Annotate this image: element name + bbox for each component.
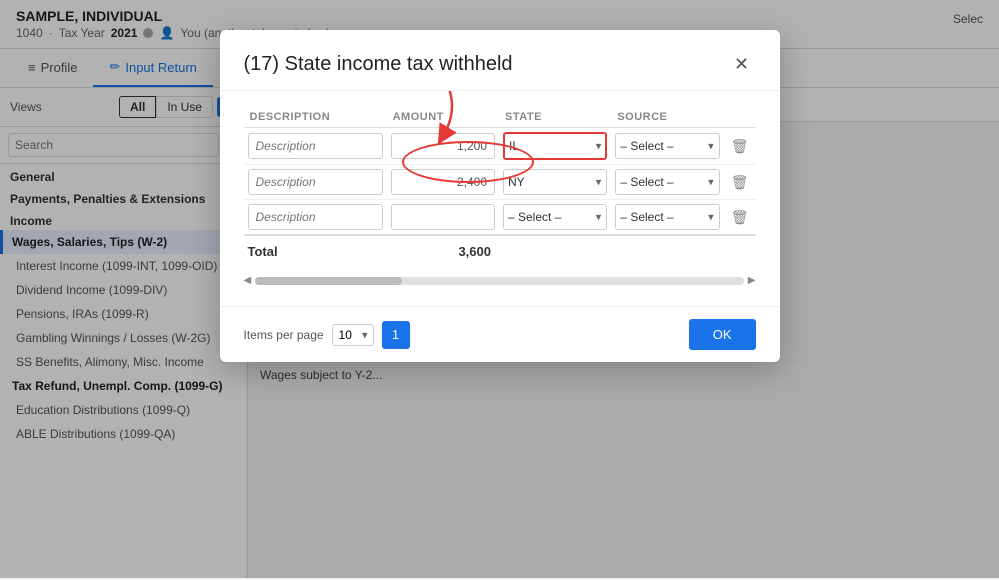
row3-amount-cell <box>387 200 499 236</box>
row1-source-select[interactable]: – Select – <box>615 133 719 159</box>
row2-action-cell: 🗑 <box>724 165 756 200</box>
total-empty-action <box>724 235 756 263</box>
total-empty-state <box>499 235 611 263</box>
scroll-right-arrow[interactable]: ▶ <box>748 275 756 286</box>
row2-source-cell: – Select – <box>611 165 723 200</box>
row1-desc-cell <box>244 128 387 165</box>
row2-amount-cell <box>387 165 499 200</box>
row1-delete-button[interactable]: 🗑 <box>728 135 752 158</box>
row3-action-cell: 🗑 <box>724 200 756 236</box>
row3-state-select[interactable]: – Select – IL NY <box>503 204 607 230</box>
row2-description-input[interactable] <box>248 169 383 195</box>
ok-button[interactable]: OK <box>689 319 756 350</box>
row1-amount-input[interactable] <box>391 133 495 159</box>
row1-source-cell: – Select – <box>611 128 723 165</box>
col-header-state: STATE <box>499 107 611 128</box>
table-row-total: Total 3,600 <box>244 235 756 263</box>
row3-state-select-wrapper: – Select – IL NY <box>503 204 607 230</box>
row2-state-select[interactable]: NY – Select – IL <box>503 169 607 195</box>
row3-source-cell: – Select – <box>611 200 723 236</box>
row1-state-cell: IL – Select – NY CA <box>499 128 611 165</box>
row2-source-select-wrapper: – Select – <box>615 169 719 195</box>
total-empty-source <box>611 235 723 263</box>
modal-footer: Items per page 10 25 50 1 OK <box>220 306 780 362</box>
scroll-thumb <box>255 277 402 285</box>
total-value: 3,600 <box>387 235 499 263</box>
row3-amount-input[interactable] <box>391 204 495 230</box>
row3-source-select-wrapper: – Select – <box>615 204 719 230</box>
modal-body: DESCRIPTION AMOUNT STATE SOURCE <box>220 91 780 306</box>
page-1-button[interactable]: 1 <box>382 321 410 349</box>
table-row-3: – Select – IL NY – Select – <box>244 200 756 236</box>
row3-delete-button[interactable]: 🗑 <box>728 206 752 229</box>
items-per-page-select-wrapper: 10 25 50 <box>332 324 374 346</box>
row2-source-select[interactable]: – Select – <box>615 169 719 195</box>
modal-close-button[interactable]: ✕ <box>728 50 756 78</box>
row3-state-cell: – Select – IL NY <box>499 200 611 236</box>
row1-source-select-wrapper: – Select – <box>615 133 719 159</box>
table-row-2: NY – Select – IL – Select – <box>244 165 756 200</box>
items-per-page-select[interactable]: 10 25 50 <box>332 324 374 346</box>
modal-overlay: (17) State income tax withheld ✕ DESCRIP… <box>0 0 999 578</box>
modal-header: (17) State income tax withheld ✕ <box>220 30 780 91</box>
col-header-description: DESCRIPTION <box>244 107 387 128</box>
row2-desc-cell <box>244 165 387 200</box>
row1-amount-cell <box>387 128 499 165</box>
col-header-source: SOURCE <box>611 107 723 128</box>
row1-action-cell: 🗑 <box>724 128 756 165</box>
row1-description-input[interactable] <box>248 133 383 159</box>
row3-source-select[interactable]: – Select – <box>615 204 719 230</box>
items-per-page-label: Items per page <box>244 328 324 342</box>
col-header-amount: AMOUNT <box>387 107 499 128</box>
pagination-area: Items per page 10 25 50 1 <box>244 321 410 349</box>
scrollbar[interactable]: ◀ ▶ <box>244 271 756 290</box>
modal-table: DESCRIPTION AMOUNT STATE SOURCE <box>244 107 756 263</box>
scroll-left-arrow[interactable]: ◀ <box>244 275 252 286</box>
modal: (17) State income tax withheld ✕ DESCRIP… <box>220 30 780 362</box>
row3-desc-cell <box>244 200 387 236</box>
scroll-track <box>255 277 744 285</box>
row2-state-select-wrapper: NY – Select – IL <box>503 169 607 195</box>
row2-amount-input[interactable] <box>391 169 495 195</box>
row2-state-cell: NY – Select – IL <box>499 165 611 200</box>
col-header-action <box>724 107 756 128</box>
row1-state-select-wrapper: IL – Select – NY CA <box>503 132 607 160</box>
row3-description-input[interactable] <box>248 204 383 230</box>
modal-title: (17) State income tax withheld <box>244 53 513 76</box>
row1-state-select[interactable]: IL – Select – NY CA <box>503 132 607 160</box>
total-label: Total <box>244 235 387 263</box>
row2-delete-button[interactable]: 🗑 <box>728 171 752 194</box>
table-row-1: IL – Select – NY CA <box>244 128 756 165</box>
